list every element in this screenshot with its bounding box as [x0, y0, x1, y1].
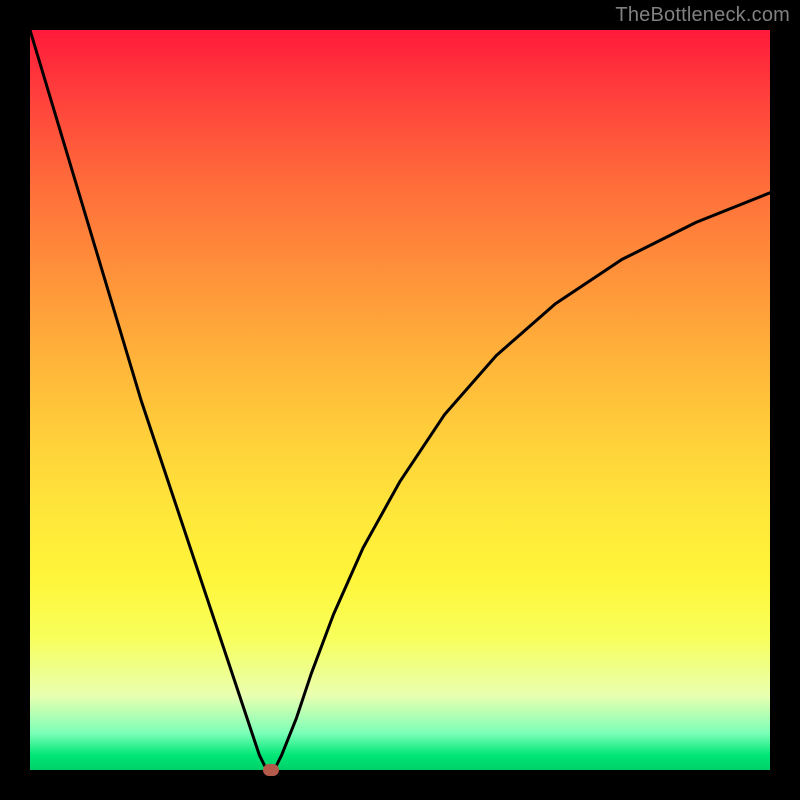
- bottleneck-curve: [30, 30, 770, 770]
- watermark-text: TheBottleneck.com: [615, 4, 790, 27]
- optimum-marker: [263, 764, 279, 776]
- chart-stage: TheBottleneck.com: [0, 0, 800, 800]
- curve-svg: [30, 30, 770, 770]
- plot-area: [30, 30, 770, 770]
